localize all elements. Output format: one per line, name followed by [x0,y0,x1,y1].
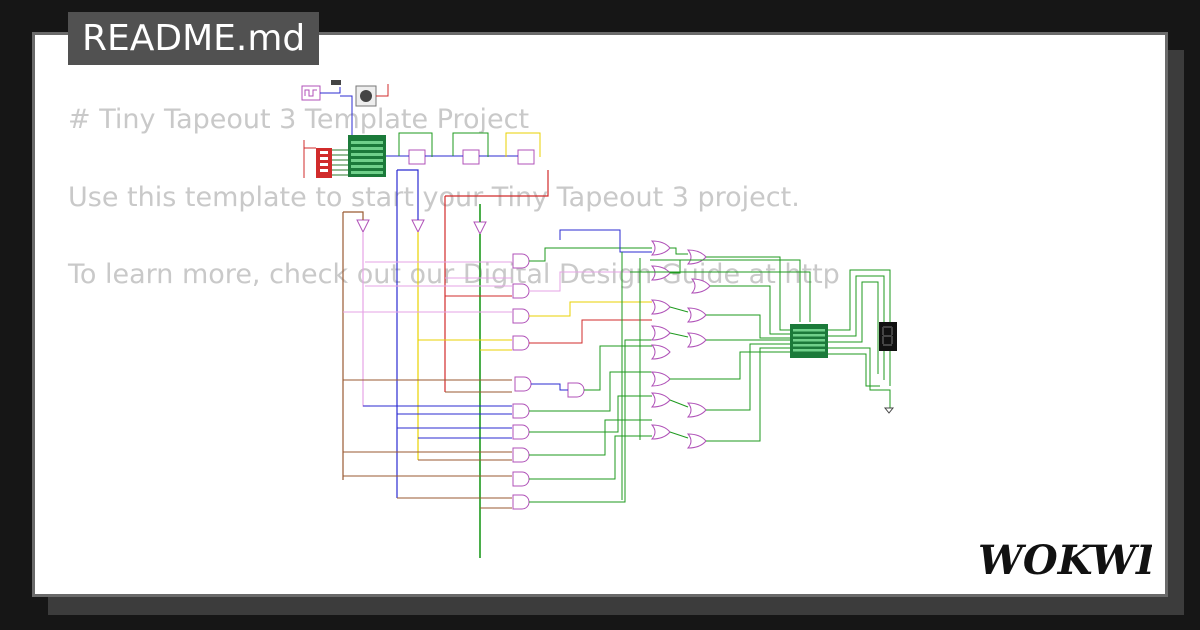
dip-switch-icon[interactable] [316,148,332,178]
readme-tab-label: README.md [82,18,306,59]
output-chip-icon [790,324,828,358]
ground-icon [883,407,895,414]
readme-tab[interactable]: README.md [68,12,320,65]
flip-flop-icon [408,149,535,165]
slide-switch-icon[interactable] [331,80,341,85]
wokwi-logo: WOKWI [978,537,1152,584]
pushbutton-icon[interactable] [355,85,377,107]
buffer-icon [356,219,487,236]
seven-segment-display-icon [879,322,897,351]
wokwi-logo-text: WOKWI [978,537,1152,584]
clock-source-icon [301,85,321,101]
input-chip-icon [348,135,386,177]
and-gate-icon [512,253,585,510]
